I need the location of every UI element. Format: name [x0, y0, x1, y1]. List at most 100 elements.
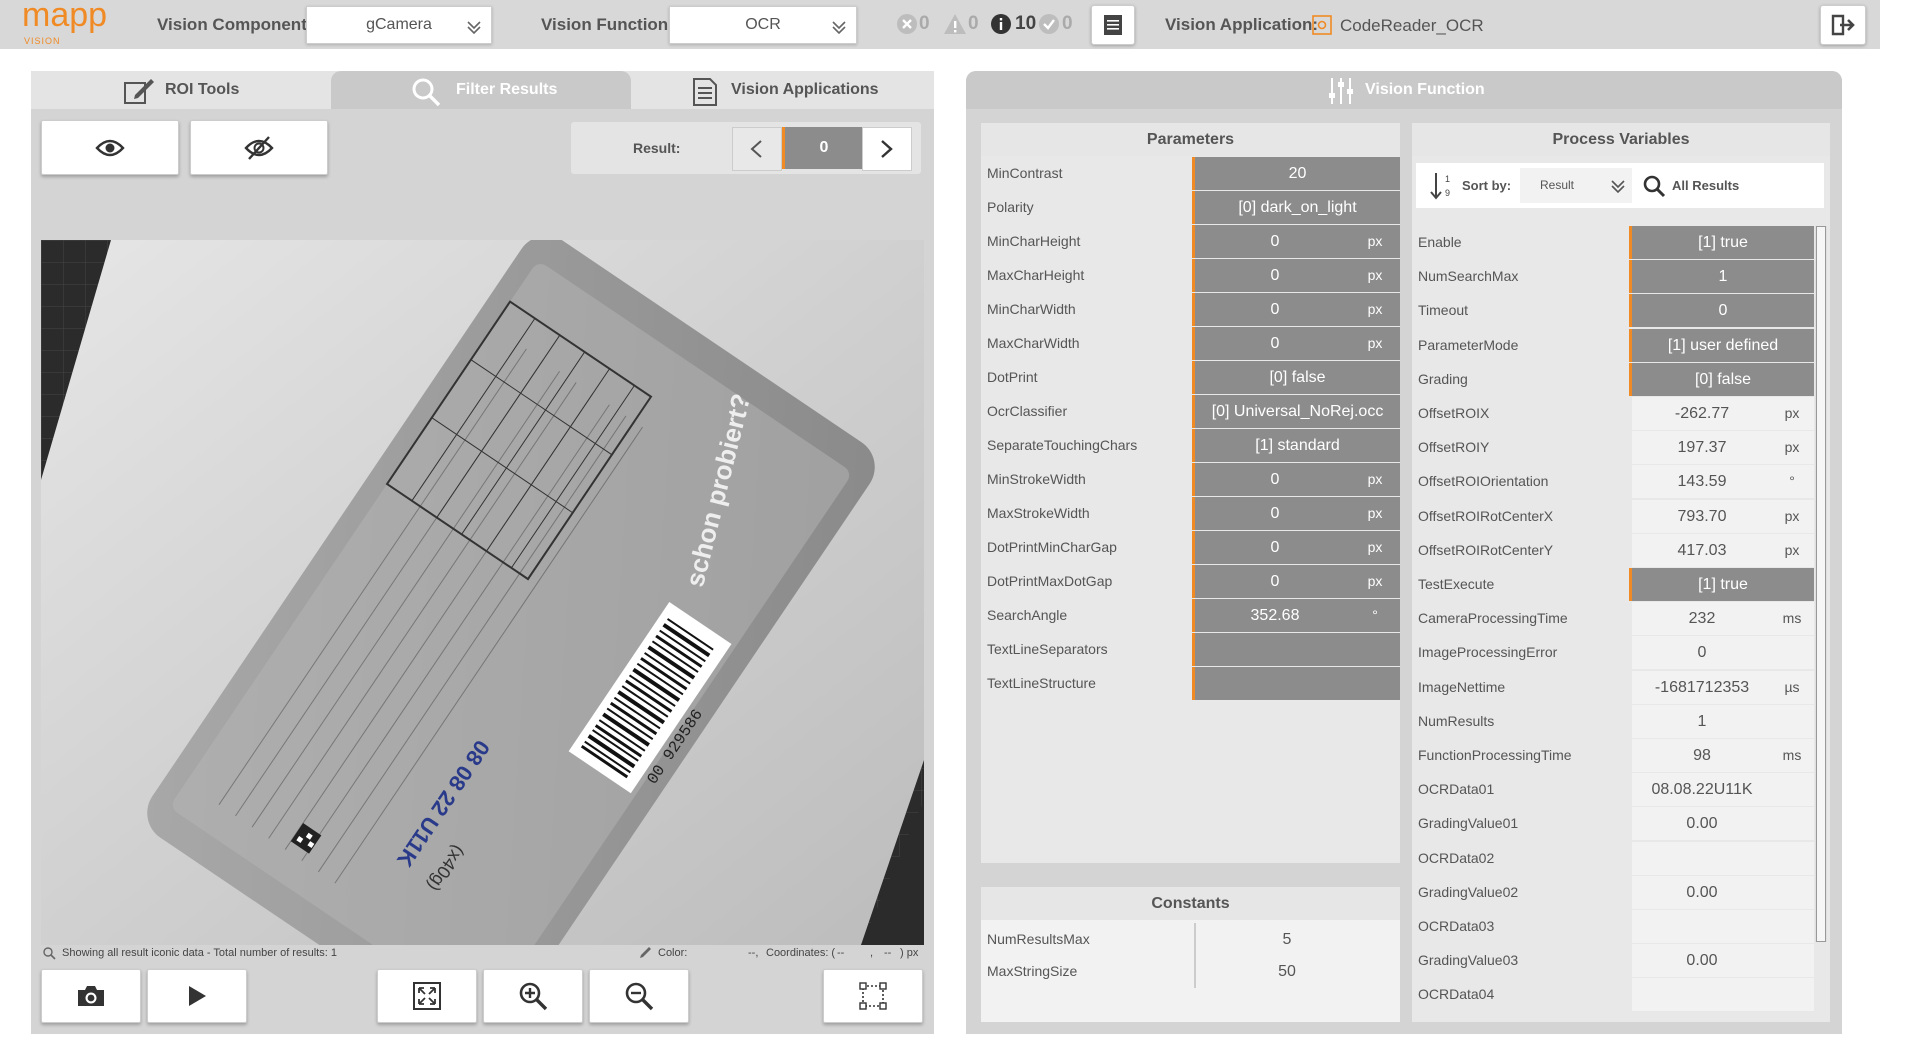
next-result-button[interactable] — [862, 127, 912, 171]
warning-status-icon[interactable] — [943, 13, 967, 35]
process-variable-name: Grading — [1412, 362, 1628, 396]
parameter-unit: px — [1367, 301, 1383, 317]
parameter-value-field[interactable]: 0 px — [1195, 259, 1400, 292]
parameter-value-field[interactable]: 0 px — [1195, 531, 1400, 564]
selection-tool-button[interactable] — [823, 969, 923, 1023]
process-variable-row: OffsetROIOrientation 143.59 ° — [1412, 465, 1814, 499]
logo-subtext: VISION — [24, 36, 61, 46]
result-filter-button[interactable]: All Results — [1634, 163, 1824, 208]
process-variable-value-field[interactable]: [0] false — [1632, 362, 1814, 396]
chevron-down-icon — [1611, 180, 1625, 194]
capture-image-button[interactable] — [41, 969, 141, 1023]
info-status-icon[interactable] — [990, 13, 1012, 35]
parameter-row: DotPrintMaxDotGap 0 px — [981, 565, 1400, 599]
show-results-button[interactable] — [41, 120, 179, 175]
tab-vision-applications[interactable]: Vision Applications — [634, 71, 934, 109]
mapp-vision-logo: mapp VISION — [22, 0, 112, 46]
coordinate-x: -- — [837, 947, 845, 959]
constant-value: 50 — [1197, 955, 1377, 988]
parameter-value-field[interactable]: [0] false — [1195, 361, 1400, 394]
tab-filter-results[interactable]: Filter Results — [331, 71, 631, 109]
process-variable-row: OCRData04 — [1412, 978, 1814, 1012]
search-icon — [1643, 175, 1666, 198]
process-variable-value-field[interactable]: [1] user defined — [1632, 328, 1814, 362]
process-variable-value-field[interactable]: [1] true — [1632, 226, 1814, 259]
sort-select[interactable]: Result — [1520, 168, 1632, 203]
parameter-row: Polarity [0] dark_on_light — [981, 191, 1400, 225]
process-variable-value-field[interactable]: [1] true — [1632, 568, 1814, 601]
process-variable-value-field[interactable]: 0 — [1632, 294, 1814, 328]
logout-button[interactable] — [1820, 5, 1866, 45]
parameters-header: Parameters — [981, 123, 1400, 156]
process-variable-name: GradingValue03 — [1412, 944, 1628, 978]
top-bar: mapp VISION Vision Component: gCamera Vi… — [0, 0, 1880, 49]
process-variable-value: 98 — [1693, 747, 1711, 764]
play-button[interactable] — [147, 969, 247, 1023]
parameter-value-field[interactable]: 0 px — [1195, 293, 1400, 326]
vision-component-label: Vision Component: — [157, 15, 313, 34]
parameter-value-field[interactable]: [1] standard — [1195, 429, 1400, 462]
previous-result-button[interactable] — [732, 127, 782, 171]
parameter-value-field[interactable]: 352.68 ° — [1195, 599, 1400, 632]
process-variable-name: GradingValue02 — [1412, 875, 1628, 909]
success-status-icon[interactable] — [1038, 13, 1060, 35]
parameters-table: Parameters MinContrast 20 Polarity [0] dark… — [981, 123, 1400, 863]
scrollbar-track[interactable] — [1815, 226, 1827, 942]
parameter-value-field[interactable]: 20 — [1195, 157, 1400, 190]
parameter-value-field[interactable]: [0] dark_on_light — [1195, 191, 1400, 224]
log-button[interactable] — [1091, 5, 1135, 45]
parameter-name: MinCharHeight — [981, 225, 1191, 258]
parameter-name: TextLineSeparators — [981, 633, 1191, 666]
zoom-in-button[interactable] — [483, 969, 583, 1023]
parameter-row: DotPrintMinCharGap 0 px — [981, 531, 1400, 565]
parameter-row: MaxCharWidth 0 px — [981, 327, 1400, 361]
parameter-name: MaxStrokeWidth — [981, 497, 1191, 530]
process-variable-unit — [1767, 807, 1817, 840]
process-variable-unit — [1767, 260, 1817, 293]
parameter-name: SeparateTouchingChars — [981, 429, 1191, 462]
error-status-icon[interactable] — [896, 13, 918, 35]
vision-function-label: Vision Function: — [541, 15, 674, 34]
fit-to-screen-button[interactable] — [377, 969, 477, 1023]
process-variable-value-field[interactable]: 1 — [1632, 260, 1817, 294]
parameter-value-field[interactable]: 0 px — [1195, 497, 1400, 530]
tab-roi-tools[interactable]: ROI Tools — [33, 71, 328, 109]
scrollbar-thumb[interactable] — [1816, 226, 1826, 942]
vision-function-select[interactable]: OCR — [669, 6, 857, 44]
parameter-value-field[interactable]: 0 px — [1195, 463, 1400, 496]
camera-image-view[interactable]: 08 08 22 U11K (x40g) 00 929586 schon pro… — [41, 240, 924, 945]
vision-component-select[interactable]: gCamera — [306, 6, 492, 44]
parameter-value-field[interactable]: 0 px — [1195, 565, 1400, 598]
error-count: 0 — [919, 13, 930, 34]
parameter-name: DotPrint — [981, 361, 1191, 394]
process-variable-unit — [1767, 910, 1817, 943]
parameter-unit — [1345, 361, 1405, 394]
sliders-icon — [1329, 78, 1353, 104]
constants-header: Constants — [981, 887, 1400, 920]
parameter-value: 0 — [1270, 573, 1280, 590]
parameter-unit — [1345, 157, 1405, 190]
hide-results-button[interactable] — [190, 120, 328, 175]
process-variable-unit — [1767, 773, 1817, 806]
parameter-value-field[interactable] — [1195, 667, 1400, 700]
coordinate-separator: , — [870, 947, 874, 959]
process-variable-row: ParameterMode [1] user defined — [1412, 328, 1814, 363]
parameter-value-field[interactable]: [0] Universal_NoRej.occ — [1195, 395, 1400, 428]
process-variable-value-field: 143.59 ° — [1632, 465, 1814, 499]
process-variable-unit: px — [1784, 541, 1800, 558]
parameter-value-field[interactable]: 0 px — [1195, 327, 1400, 360]
parameter-value: 0 — [1270, 505, 1280, 522]
result-label: Result: — [633, 140, 681, 156]
process-variable-value: 0 — [1697, 644, 1707, 662]
process-variable-row: Grading [0] false — [1412, 362, 1814, 397]
vision-function-header: Vision Function — [966, 71, 1842, 109]
sort-icon: 19 — [1430, 173, 1450, 200]
result-index[interactable]: 0 — [782, 127, 863, 169]
parameter-value-field[interactable] — [1195, 633, 1400, 666]
chevron-down-icon — [832, 21, 846, 35]
parameter-name: TextLineStructure — [981, 667, 1191, 700]
zoom-out-icon — [625, 982, 654, 1011]
zoom-out-button[interactable] — [589, 969, 689, 1023]
parameter-value: 0 — [1270, 301, 1280, 318]
parameter-value-field[interactable]: 0 px — [1195, 225, 1400, 258]
